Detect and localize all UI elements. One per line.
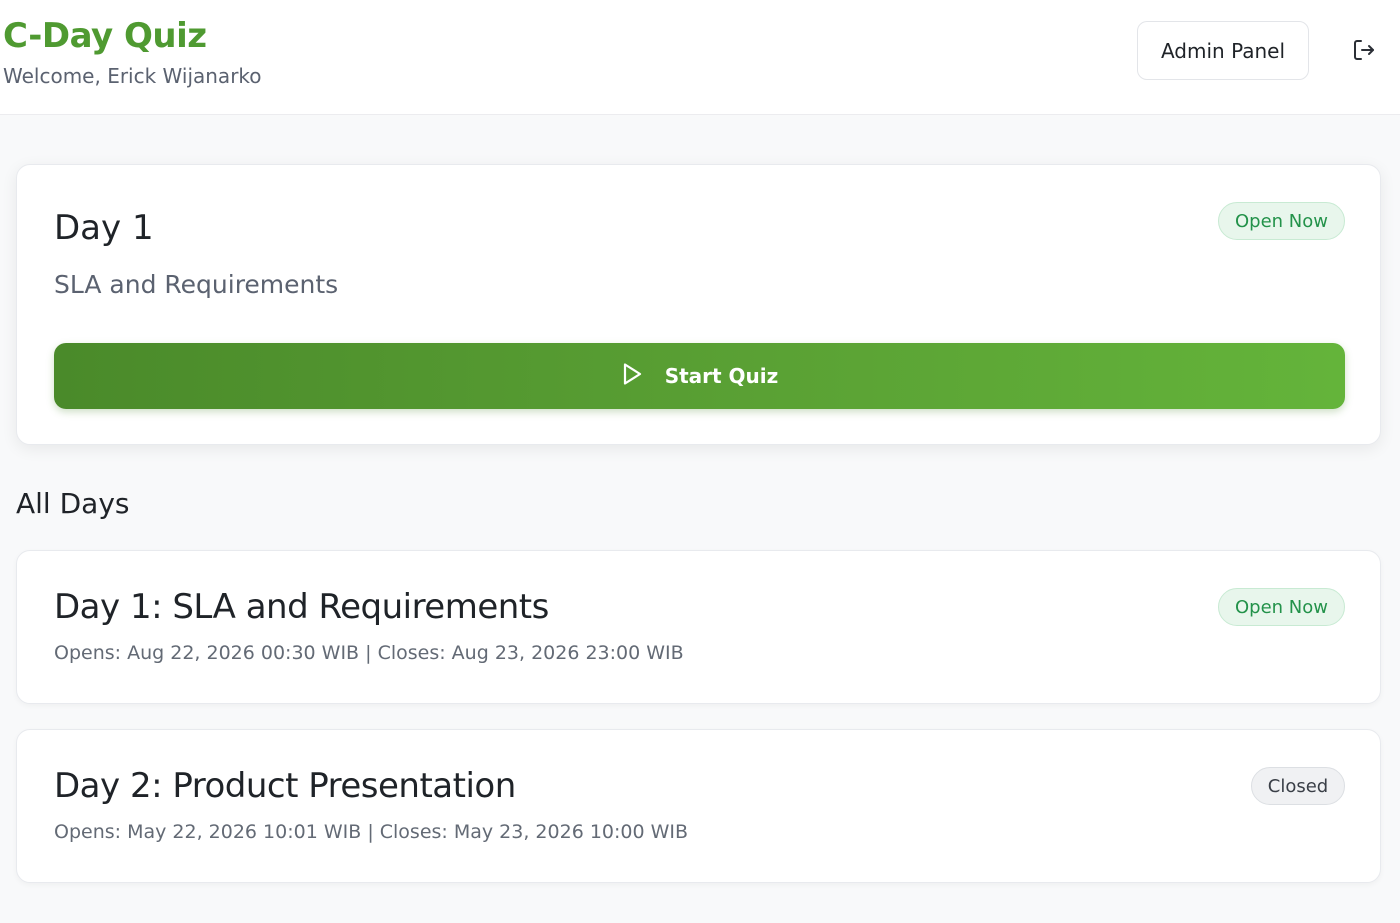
day-schedule: Opens: Aug 22, 2026 00:30 WIB | Closes: … xyxy=(54,642,684,664)
section-title-all-days: All Days xyxy=(16,487,130,520)
current-day-subtitle: SLA and Requirements xyxy=(54,270,339,299)
day-schedule: Opens: May 22, 2026 10:01 WIB | Closes: … xyxy=(54,821,689,843)
start-quiz-label: Start Quiz xyxy=(664,364,779,388)
day-title: Day 2: Product Presentation xyxy=(54,766,516,806)
app-title: C-Day Quiz xyxy=(3,16,207,56)
status-badge: Open Now xyxy=(1218,202,1345,240)
admin-panel-button[interactable]: Admin Panel xyxy=(1137,21,1309,80)
logout-button[interactable] xyxy=(1345,33,1383,69)
start-quiz-button[interactable]: Start Quiz xyxy=(54,343,1345,409)
day-card[interactable]: Day 2: Product Presentation Opens: May 2… xyxy=(16,729,1381,883)
day-title: Day 1: SLA and Requirements xyxy=(54,587,549,627)
current-day-card: Day 1 SLA and Requirements Open Now Star… xyxy=(16,164,1381,445)
current-day-title: Day 1 xyxy=(54,208,154,248)
logout-icon xyxy=(1352,38,1376,65)
welcome-text: Welcome, Erick Wijanarko xyxy=(3,64,262,88)
day-card[interactable]: Day 1: SLA and Requirements Opens: Aug 2… xyxy=(16,550,1381,704)
status-badge: Closed xyxy=(1251,767,1345,805)
app-header: C-Day Quiz Welcome, Erick Wijanarko Admi… xyxy=(0,0,1400,115)
play-icon xyxy=(621,362,643,390)
status-badge: Open Now xyxy=(1218,588,1345,626)
